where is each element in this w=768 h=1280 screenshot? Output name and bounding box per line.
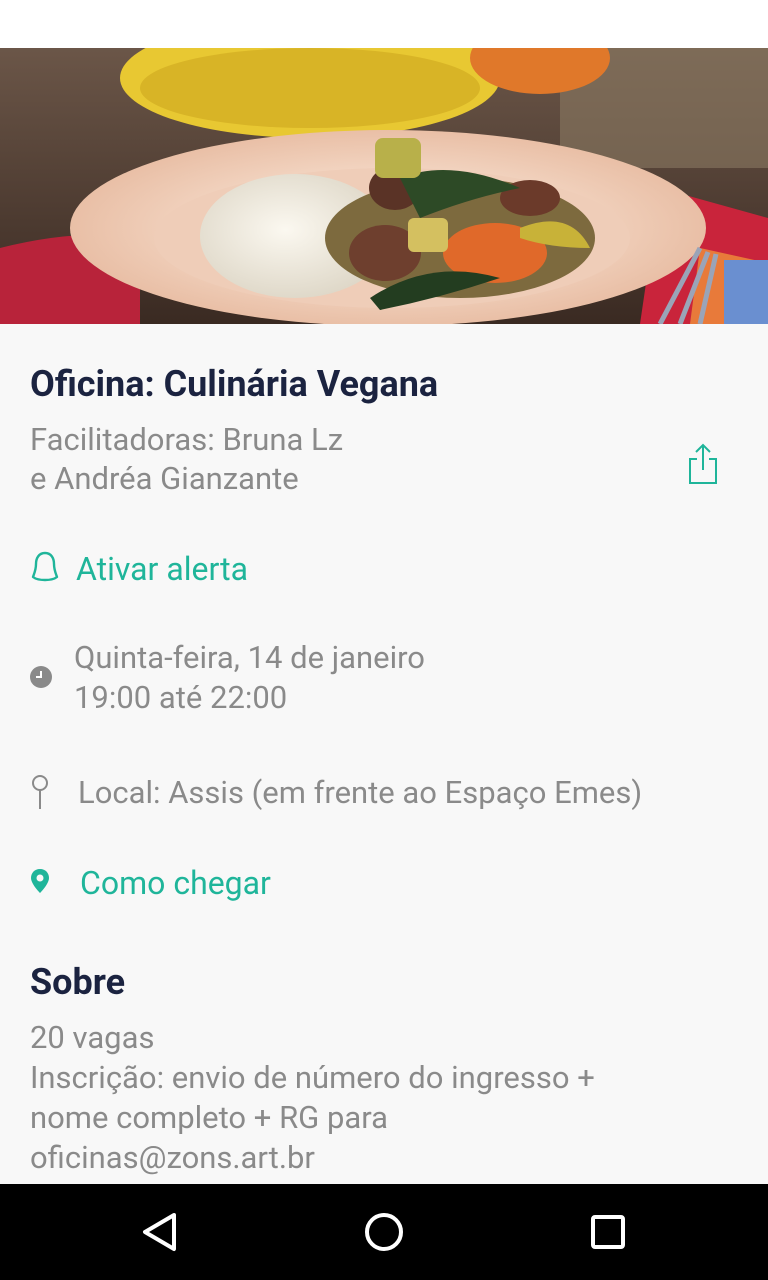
home-circle-icon: [365, 1213, 403, 1251]
event-details: Oficina: Culinária Vegana Facilitadoras:…: [0, 324, 768, 1184]
about-line: 20 vagas: [30, 1019, 155, 1056]
about-heading: Sobre: [30, 961, 126, 1003]
event-title: Oficina: Culinária Vegana: [30, 363, 439, 405]
about-line: Inscrição: envio de número do ingresso +: [30, 1059, 595, 1096]
about-text: 20 vagas Inscrição: envio de número do i…: [30, 1018, 730, 1178]
pin-outline-icon: [32, 775, 48, 809]
back-button[interactable]: [136, 1208, 184, 1256]
recents-button[interactable]: [584, 1208, 632, 1256]
status-bar: [0, 0, 768, 48]
location-text: Local: Assis (em frente ao Espaço Emes): [78, 774, 643, 811]
event-date-time: Quinta-feira, 14 de janeiro 19:00 até 22…: [0, 638, 700, 722]
event-location: Local: Assis (em frente ao Espaço Emes): [0, 770, 740, 816]
date-time-text: Quinta-feira, 14 de janeiro 19:00 até 22…: [74, 638, 425, 718]
map-pin-icon: [31, 869, 49, 893]
clock-icon: [30, 666, 52, 688]
android-navigation-bar: [0, 1184, 768, 1280]
share-button[interactable]: [684, 442, 722, 486]
event-time: 19:00 até 22:00: [74, 679, 288, 716]
about-line: oficinas@zons.art.br: [30, 1139, 315, 1176]
facilitators: Facilitadoras: Bruna Lz e Andréa Gianzan…: [30, 420, 590, 498]
bell-icon: [31, 551, 59, 582]
facilitators-line: e Andréa Gianzante: [30, 460, 299, 497]
event-date: Quinta-feira, 14 de janeiro: [74, 639, 425, 676]
directions-label: Como chegar: [80, 864, 271, 902]
activate-alert-label: Ativar alerta: [76, 550, 248, 588]
home-button[interactable]: [360, 1208, 408, 1256]
recents-square-icon: [591, 1215, 625, 1249]
directions-button[interactable]: Como chegar: [0, 860, 400, 906]
facilitators-line: Facilitadoras: Bruna Lz: [30, 421, 344, 458]
about-line: nome completo + RG para: [30, 1099, 389, 1136]
activate-alert-button[interactable]: Ativar alerta: [0, 546, 400, 592]
back-triangle-icon: [143, 1213, 176, 1251]
food-photo: [0, 48, 768, 324]
event-hero-image: [0, 48, 768, 324]
share-icon: [689, 443, 717, 484]
